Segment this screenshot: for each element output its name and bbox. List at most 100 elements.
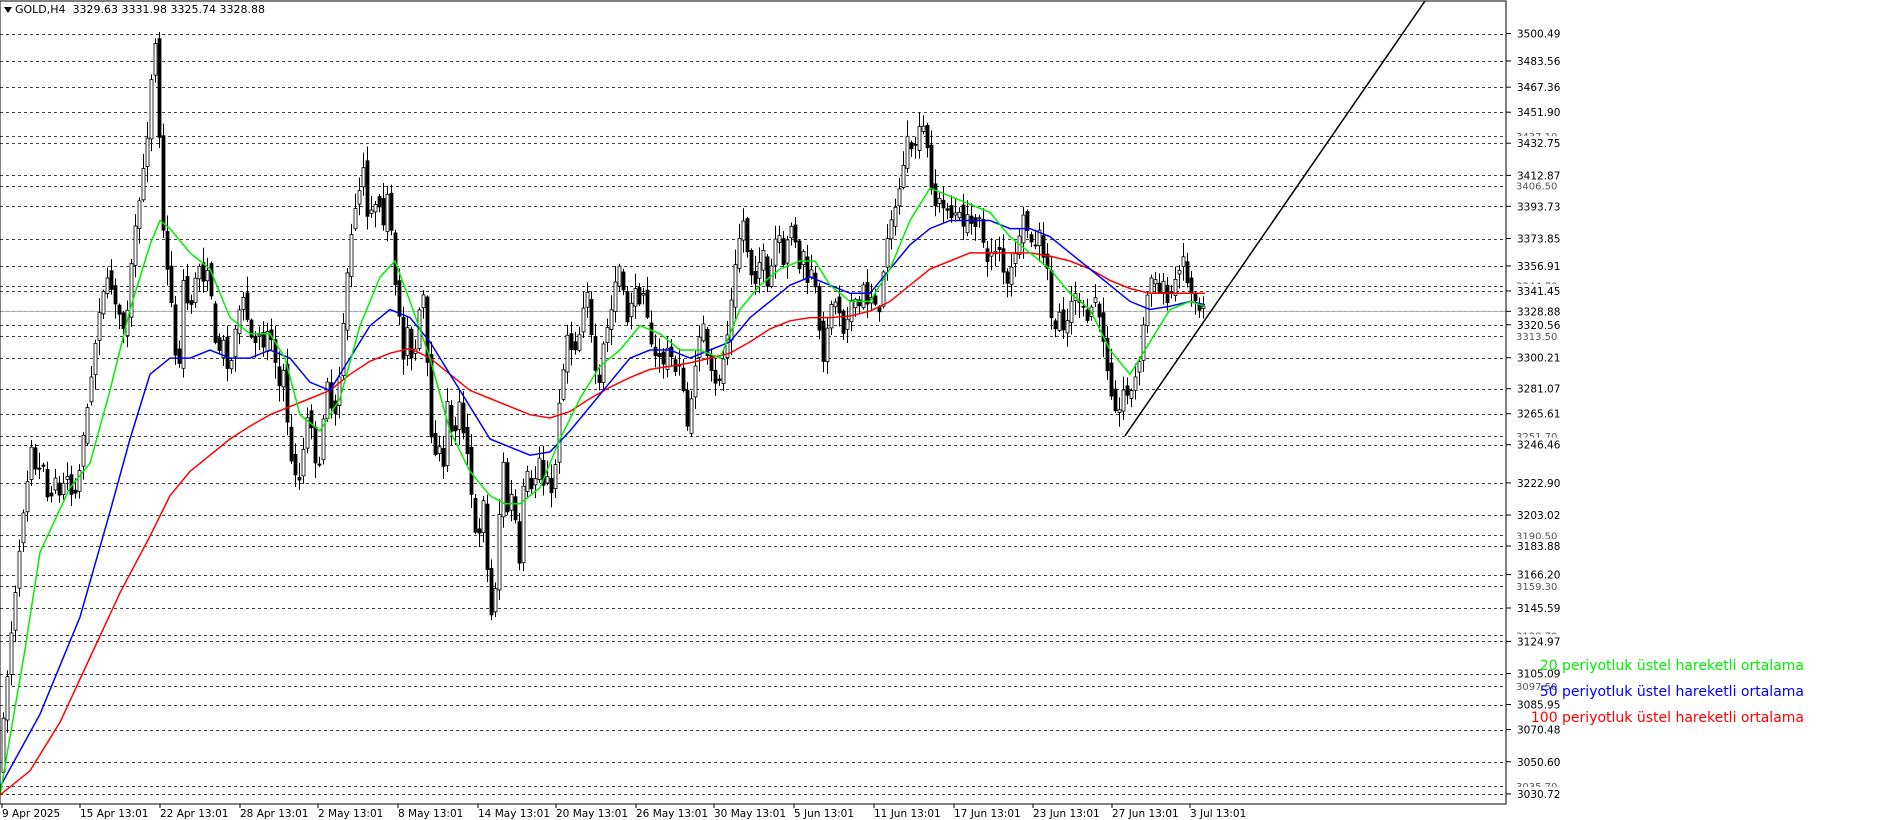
candle-body-down xyxy=(109,270,114,290)
legend-ema-20: 20 periyotluk üstel hareketli ortalama xyxy=(1539,658,1804,674)
candle-body-down xyxy=(389,192,394,231)
candle-body-down xyxy=(1061,309,1066,331)
candle-body-up xyxy=(801,250,806,266)
candle-body-up xyxy=(701,323,706,342)
candle-body-down xyxy=(1049,270,1054,318)
candle-body-down xyxy=(189,300,194,305)
candle-body-up xyxy=(357,190,362,205)
candle-body-down xyxy=(1029,234,1034,243)
candle-body-up xyxy=(353,208,358,230)
candle-body-down xyxy=(573,341,578,351)
candle-body-up xyxy=(1161,280,1166,293)
candle-body-down xyxy=(717,378,722,381)
ema-50-line xyxy=(0,219,1206,788)
ema-100-line xyxy=(0,252,1205,796)
candle-body-up xyxy=(81,434,86,467)
candle-body-up xyxy=(777,235,782,244)
candle-body-up xyxy=(605,327,610,343)
candle-body-up xyxy=(741,220,746,241)
candle-body-up xyxy=(689,398,694,434)
candle-body-down xyxy=(381,198,386,226)
candle-body-up xyxy=(545,476,550,484)
candle-body-up xyxy=(445,401,450,467)
candle-body-up xyxy=(25,481,30,513)
legend-ema-100: 100 periyotluk üstel hareketli ortalama xyxy=(1530,710,1804,726)
dropdown-triangle-icon[interactable] xyxy=(4,7,12,13)
candle-body-down xyxy=(397,280,402,317)
candle-body-down xyxy=(821,320,826,362)
candle-body-down xyxy=(625,291,630,323)
ema-20-line xyxy=(0,187,1206,796)
candle-body-down xyxy=(593,336,598,371)
candle-body-down xyxy=(293,453,298,476)
candle-body-down xyxy=(1005,271,1010,284)
candle-body-down xyxy=(261,332,266,348)
price-axis-minor-label: 3406.50 xyxy=(1516,182,1557,193)
candle-body-up xyxy=(281,369,286,388)
candle-body-down xyxy=(1189,277,1194,294)
candle-body-down xyxy=(961,204,966,227)
candle-body-down xyxy=(985,248,990,263)
candle-body-down xyxy=(753,270,758,284)
candle-body-up xyxy=(565,334,570,373)
candle-body-down xyxy=(289,426,294,462)
candle-body-down xyxy=(165,231,170,270)
candle-body-down xyxy=(489,567,494,616)
price-axis-label: 3432.75 xyxy=(1517,138,1560,150)
candle-body-up xyxy=(89,376,94,403)
time-axis[interactable]: 9 Apr 2025 15 Apr 13:01 22 Apr 13:01 28 Apr… xyxy=(1,804,1246,820)
candle-body-up xyxy=(785,239,790,264)
candle-body-down xyxy=(161,135,166,231)
candle-body-down xyxy=(713,369,718,384)
time-axis-label: 26 May 13:01 xyxy=(636,808,708,820)
candle-body-up xyxy=(733,264,738,308)
candle-body-up xyxy=(145,137,150,167)
symbol-label: GOLD,H4 xyxy=(15,3,66,16)
candle-body-down xyxy=(1157,282,1162,293)
candle-body-up xyxy=(525,470,530,492)
candle-body-up xyxy=(533,478,538,486)
candle-body-down xyxy=(157,38,162,138)
candle-body-up xyxy=(757,261,762,279)
candle-body-up xyxy=(1009,266,1014,286)
candle-body-up xyxy=(737,238,742,269)
candle-body-down xyxy=(213,303,218,343)
candle-body-down xyxy=(653,346,658,357)
candle-body-up xyxy=(493,588,498,613)
time-axis-label: 3 Jul 13:01 xyxy=(1190,808,1246,820)
candle-body-up xyxy=(149,79,154,140)
candle-body-up xyxy=(553,464,558,490)
candle-body-up xyxy=(105,277,110,294)
candle-body-up xyxy=(889,219,894,240)
candle-body-down xyxy=(621,271,626,291)
candle-body-down xyxy=(1125,385,1130,396)
candle-body-up xyxy=(361,167,366,188)
candle-body-down xyxy=(377,196,382,208)
price-axis-label: 3265.61 xyxy=(1517,409,1560,421)
price-axis-label: 3203.02 xyxy=(1517,510,1560,522)
candle-body-down xyxy=(441,447,446,467)
candle-body-down xyxy=(941,199,946,209)
candle-body-up xyxy=(1153,279,1158,285)
trendline[interactable] xyxy=(1124,0,1426,437)
candle-body-down xyxy=(277,366,282,387)
candle-body-down xyxy=(173,304,178,356)
candle-body-up xyxy=(1069,300,1074,323)
candle-body-up xyxy=(977,217,982,220)
candle-body-down xyxy=(981,218,986,243)
candle-body-up xyxy=(1129,390,1134,399)
candle-body-down xyxy=(973,217,978,227)
candle-body-up xyxy=(845,318,850,330)
candle-body-up xyxy=(557,402,562,463)
price-axis-label: 3050.60 xyxy=(1517,757,1560,769)
candle-body-up xyxy=(1149,277,1154,294)
candle-body-down xyxy=(41,464,46,467)
candle-body-down xyxy=(1113,388,1118,412)
candle-body-up xyxy=(5,676,10,721)
candle-body-down xyxy=(749,249,754,276)
candle-body-up xyxy=(693,365,698,398)
candle-body-down xyxy=(297,477,302,481)
candle-body-down xyxy=(449,405,454,432)
price-axis-label: 3451.90 xyxy=(1517,107,1560,119)
candle-body-down xyxy=(745,218,750,253)
